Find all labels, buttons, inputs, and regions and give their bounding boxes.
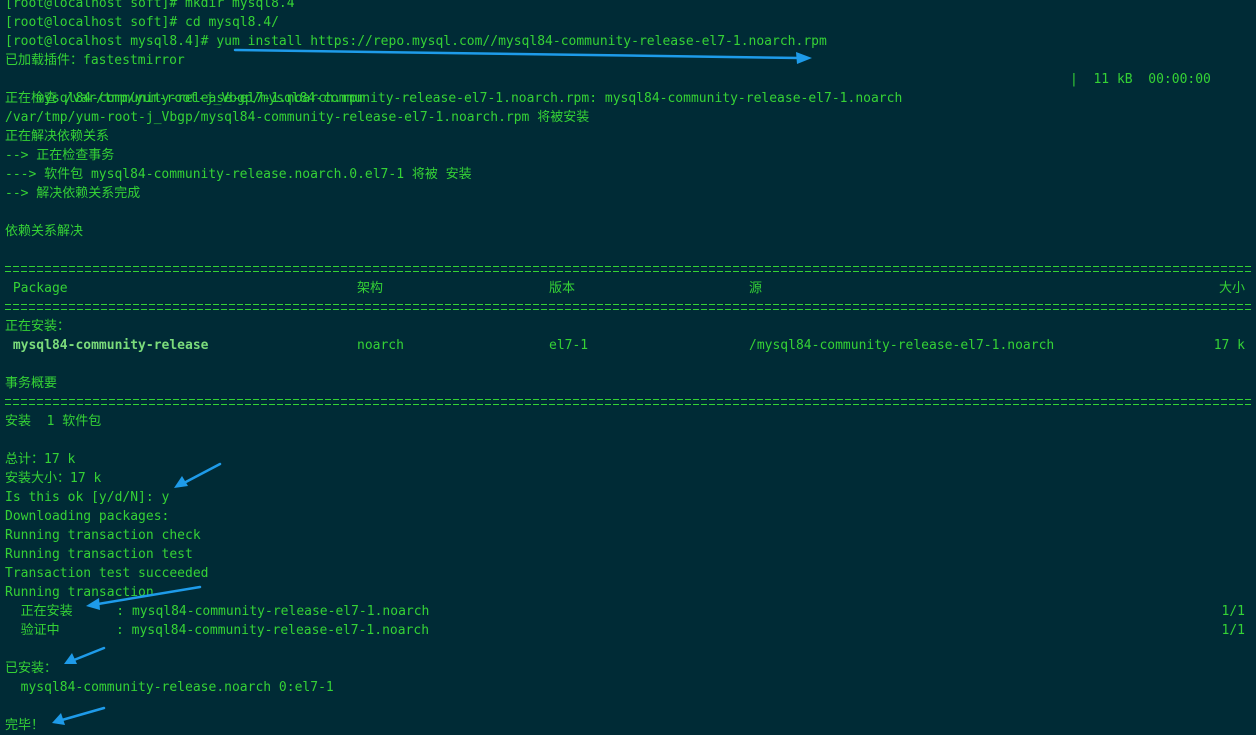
terminal-output: [root@localhost soft]# mkdir mysql8.4 [r… bbox=[5, 0, 1253, 735]
cell-repo: /mysql84-community-release-el7-1.noarch bbox=[749, 338, 1055, 353]
terminal-line: [root@localhost soft]# mkdir mysql8.4 bbox=[5, 0, 295, 11]
step-count: 1/1 bbox=[1221, 604, 1245, 619]
terminal-line: ---> 软件包 mysql84-community-release.noarc… bbox=[5, 167, 472, 182]
terminal-line: 总计：17 k bbox=[5, 452, 76, 467]
terminal-line: 事务概要 bbox=[5, 376, 58, 391]
terminal-line: Downloading packages: bbox=[5, 509, 170, 524]
col-header-package: Package bbox=[5, 281, 68, 296]
terminal-line: mysql84-community-release.noarch 0:el7-1 bbox=[5, 680, 334, 695]
terminal-line: Running transaction check bbox=[5, 528, 201, 543]
terminal-line: 已加载插件：fastestmirror bbox=[5, 53, 185, 68]
cell-arch: noarch bbox=[357, 338, 404, 353]
terminal-line: --> 正在检查事务 bbox=[5, 148, 115, 163]
terminal-line: 安装 1 软件包 bbox=[5, 414, 102, 429]
cell-package: mysql84-community-release bbox=[5, 338, 209, 353]
cell-size: 17 k bbox=[1213, 338, 1245, 353]
table-separator bbox=[5, 298, 1253, 317]
table-header-row: Package 架构 版本 源 大小 bbox=[5, 279, 1253, 298]
yum-install-command: [root@localhost mysql8.4]# yum install h… bbox=[5, 34, 827, 49]
step-label: 验证中 bbox=[5, 623, 60, 638]
step-label: 正在安装 bbox=[5, 604, 73, 619]
terminal-line: Running transaction bbox=[5, 585, 154, 600]
step-package: : mysql84-community-release-el7-1.noarch bbox=[85, 604, 430, 619]
terminal-line: 正在解决依赖关系 bbox=[5, 129, 110, 144]
terminal-line: 依赖关系解决 bbox=[5, 224, 84, 239]
terminal-line: 安装大小：17 k bbox=[5, 471, 102, 486]
terminal-line: --> 解决依赖关系完成 bbox=[5, 186, 141, 201]
terminal-line: Transaction test succeeded bbox=[5, 566, 209, 581]
col-header-version: 版本 bbox=[549, 281, 576, 296]
table-separator bbox=[5, 393, 1253, 412]
table-separator bbox=[5, 260, 1253, 279]
transaction-step-verifying: 验证中 : mysql84-community-release-el7-1.no… bbox=[5, 621, 1253, 640]
download-progress-line: mysql84-community-release-el7-1.noarch.r… bbox=[5, 70, 1253, 106]
step-count: 1/1 bbox=[1221, 623, 1245, 638]
table-row: mysql84-community-release noarch el7-1 /… bbox=[5, 336, 1253, 355]
col-header-repo: 源 bbox=[749, 281, 763, 296]
cell-version: el7-1 bbox=[549, 338, 589, 353]
terminal-line: 正在安装： bbox=[5, 319, 71, 334]
confirm-prompt: Is this ok [y/d/N]: y bbox=[5, 490, 170, 505]
col-header-size: 大小 bbox=[1218, 281, 1245, 296]
terminal-line: 正在检查 /var/tmp/yum-root-j_Vbgp/mysql84-co… bbox=[5, 91, 903, 106]
terminal-line: 完毕！ bbox=[5, 718, 45, 733]
transaction-step-installing: 正在安装 : mysql84-community-release-el7-1.n… bbox=[5, 602, 1253, 621]
terminal-line: 已安装： bbox=[5, 661, 58, 676]
terminal-line: [root@localhost soft]# cd mysql8.4/ bbox=[5, 15, 279, 30]
terminal-line: Running transaction test bbox=[5, 547, 193, 562]
download-stats: | 11 kB 00:00:00 bbox=[1070, 72, 1211, 87]
col-header-arch: 架构 bbox=[357, 281, 384, 296]
step-package: : mysql84-community-release-el7-1.noarch bbox=[69, 623, 430, 638]
terminal-window[interactable]: { "terminal": { "lines": { "l1": "[root@… bbox=[0, 0, 1256, 735]
terminal-line: /var/tmp/yum-root-j_Vbgp/mysql84-communi… bbox=[5, 110, 590, 125]
